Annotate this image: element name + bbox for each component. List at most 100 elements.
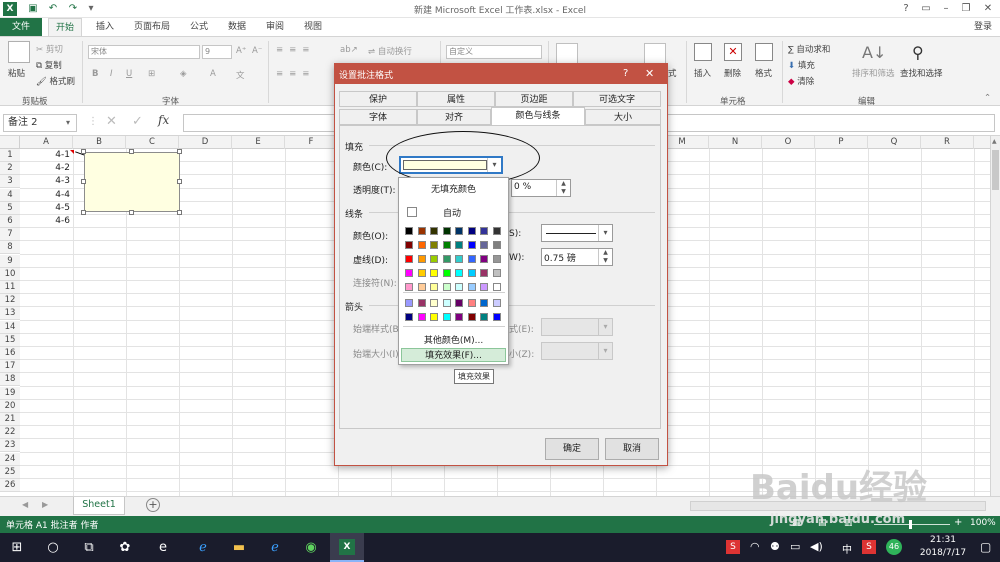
resize-handle[interactable] xyxy=(81,149,86,154)
login-link[interactable]: 登录 xyxy=(974,18,992,36)
color-swatch[interactable] xyxy=(480,313,488,321)
insert-button[interactable]: 插入 xyxy=(694,67,711,79)
tab-properties[interactable]: 属性 xyxy=(417,91,495,107)
number-format-combo[interactable]: 自定义 xyxy=(446,45,542,59)
column-header-b[interactable]: B xyxy=(73,136,126,149)
color-swatch[interactable] xyxy=(430,269,438,277)
color-swatch[interactable] xyxy=(492,269,501,277)
auto-option[interactable]: 自动 xyxy=(443,206,461,219)
color-swatch[interactable] xyxy=(480,299,488,307)
color-swatch[interactable] xyxy=(430,227,438,235)
tab-home[interactable]: 开始 xyxy=(48,18,82,36)
cell-a3[interactable]: 4-3 xyxy=(20,176,70,186)
cut-button[interactable]: 剪切 xyxy=(46,45,63,55)
row-header-11[interactable]: 11 xyxy=(0,281,20,294)
wrap-text-button[interactable]: ⇌ 自动换行 xyxy=(368,45,412,57)
column-header-c[interactable]: C xyxy=(126,136,179,149)
app-fan-icon[interactable]: ✿ xyxy=(114,537,136,559)
row-header-23[interactable]: 23 xyxy=(0,439,20,453)
color-swatch[interactable] xyxy=(442,255,451,263)
dialog-help-button[interactable]: ? xyxy=(623,68,628,79)
no-fill-option[interactable]: 无填充颜色 xyxy=(399,182,508,195)
color-swatch[interactable] xyxy=(455,269,463,277)
tab-alignment[interactable]: 对齐 xyxy=(417,109,491,125)
line-weight-input[interactable]: 0.75 磅 ▲ ▼ xyxy=(541,248,613,266)
find-select-button[interactable]: 查找和选择 xyxy=(900,67,943,79)
more-colors-option[interactable]: 其他颜色(M)... xyxy=(399,333,508,346)
sort-filter-button[interactable]: 排序和筛选 xyxy=(852,67,895,79)
dialog-close-button[interactable]: ✕ xyxy=(645,67,654,80)
phonetic-icon[interactable]: 文 xyxy=(236,69,245,81)
color-swatch[interactable] xyxy=(467,241,476,249)
cell-a6[interactable]: 4-6 xyxy=(20,216,70,226)
fill-button[interactable]: 填充 xyxy=(798,61,815,71)
format-button[interactable]: 格式 xyxy=(755,67,772,79)
row-header-7[interactable]: 7 xyxy=(0,228,20,242)
task-view-icon[interactable]: ⧉ xyxy=(78,537,100,559)
delete-button[interactable]: 删除 xyxy=(724,67,741,79)
delete-cells-icon[interactable]: ✕ xyxy=(724,43,742,61)
align-left-icons[interactable]: ≡≡≡ xyxy=(276,69,315,79)
tab-colors-lines[interactable]: 颜色与线条 xyxy=(491,107,585,126)
column-header-n[interactable]: N xyxy=(709,136,762,149)
minimize-button[interactable]: – xyxy=(938,2,954,16)
column-header-d[interactable]: D xyxy=(179,136,232,149)
line-style-combo[interactable]: ▾ xyxy=(541,224,613,242)
font-size-combo[interactable]: 9 xyxy=(202,45,232,59)
color-swatch[interactable] xyxy=(430,255,438,263)
row-header-5[interactable]: 5 xyxy=(0,201,20,215)
insert-cells-icon[interactable] xyxy=(694,43,712,61)
tab-size[interactable]: 大小 xyxy=(585,109,661,125)
cell-a2[interactable]: 4-2 xyxy=(20,163,70,173)
color-swatch[interactable] xyxy=(417,227,426,235)
360-browser-icon[interactable]: ◉ xyxy=(300,537,322,559)
cell-a1[interactable]: 4-1 xyxy=(20,150,70,160)
fill-color-icon[interactable]: ◈ xyxy=(180,69,187,79)
network-icon[interactable]: ▭ xyxy=(790,540,800,553)
people-icon[interactable]: ⚉ xyxy=(770,540,780,553)
fill-effects-option[interactable]: 填充效果(F)... xyxy=(401,348,506,362)
bold-button[interactable]: B xyxy=(92,69,98,79)
cancel-icon[interactable]: ✕ xyxy=(106,114,117,129)
row-header-6[interactable]: 6 xyxy=(0,215,20,228)
column-header-f[interactable]: F xyxy=(285,136,338,149)
color-swatch[interactable] xyxy=(417,283,426,291)
transparency-input[interactable]: 0 % ▲ ▼ xyxy=(511,179,571,197)
row-header-12[interactable]: 12 xyxy=(0,294,20,308)
windows-start-icon[interactable]: ⊞ xyxy=(6,537,28,559)
color-swatch[interactable] xyxy=(442,313,451,321)
ok-button[interactable]: 确定 xyxy=(545,438,599,460)
color-swatch[interactable] xyxy=(455,227,463,235)
restore-button[interactable]: ❐ xyxy=(958,2,974,16)
column-header-p[interactable]: P xyxy=(815,136,868,149)
sheet-tab-sheet1[interactable]: Sheet1 xyxy=(73,497,125,515)
tab-file[interactable]: 文件 xyxy=(0,18,42,36)
color-swatch[interactable] xyxy=(467,299,476,307)
tab-insert[interactable]: 插入 xyxy=(92,18,118,36)
next-sheet-icon[interactable]: ▶ xyxy=(42,500,48,509)
cut-icon[interactable]: ✂ xyxy=(36,45,43,55)
color-swatch[interactable] xyxy=(405,313,413,321)
row-header-24[interactable]: 24 xyxy=(0,452,20,466)
color-swatch[interactable] xyxy=(467,269,476,277)
sort-filter-icon[interactable]: A↓ xyxy=(862,43,886,62)
color-swatch[interactable] xyxy=(455,255,463,263)
prev-sheet-icon[interactable]: ◀ xyxy=(22,500,28,509)
color-swatch[interactable] xyxy=(467,283,476,291)
font-name-combo[interactable]: 宋体 xyxy=(88,45,200,59)
help-button[interactable]: ? xyxy=(898,2,914,16)
color-swatch[interactable] xyxy=(442,283,451,291)
align-top-icons[interactable]: ≡≡≡ xyxy=(276,45,315,55)
orientation-icon[interactable]: ab↗ xyxy=(340,45,358,55)
color-swatch[interactable] xyxy=(405,241,413,249)
tab-formulas[interactable]: 公式 xyxy=(186,18,212,36)
color-swatch[interactable] xyxy=(442,269,451,277)
color-swatch[interactable] xyxy=(430,313,438,321)
row-header-4[interactable]: 4 xyxy=(0,188,20,202)
add-sheet-button[interactable]: + xyxy=(146,498,160,512)
tab-data[interactable]: 数据 xyxy=(224,18,250,36)
color-swatch[interactable] xyxy=(455,299,463,307)
color-swatch[interactable] xyxy=(492,241,501,249)
column-header-o[interactable]: O xyxy=(762,136,815,149)
color-swatch[interactable] xyxy=(480,241,488,249)
